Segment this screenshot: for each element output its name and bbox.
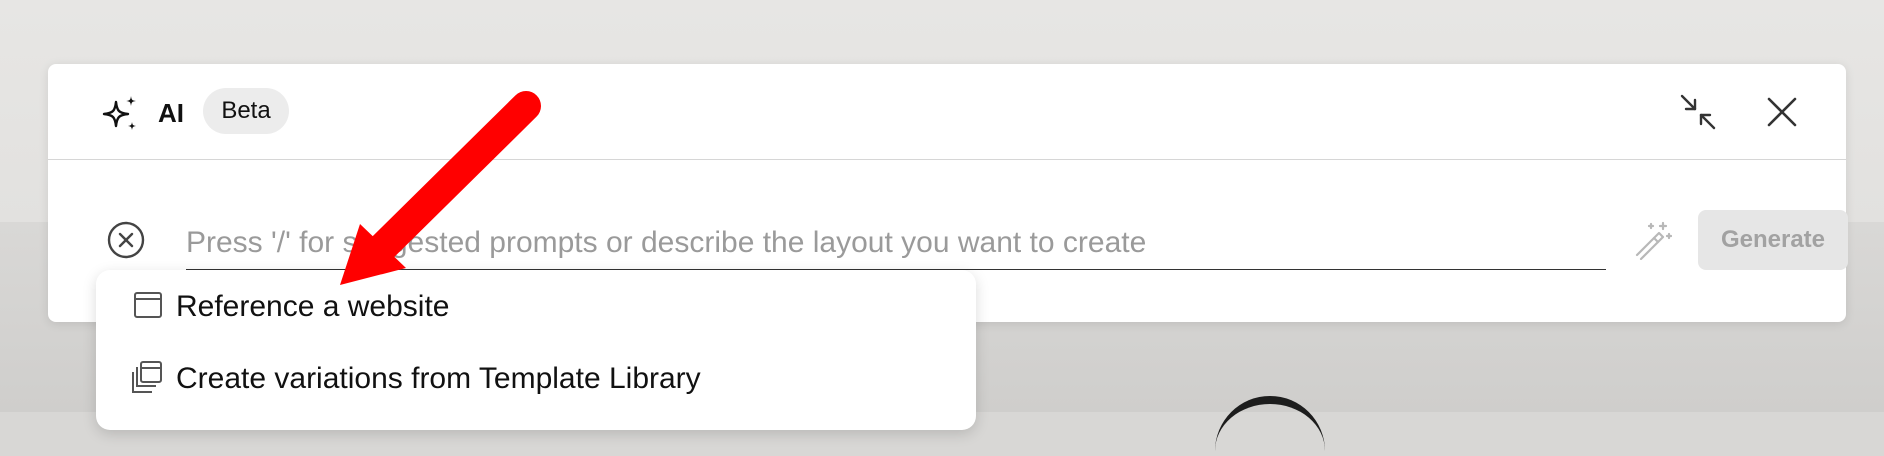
clear-circle-icon[interactable] <box>106 220 146 260</box>
browser-window-icon <box>134 292 162 318</box>
suggestion-label: Create variations from Template Library <box>176 362 701 395</box>
close-icon[interactable] <box>1764 94 1800 130</box>
prompt-input[interactable] <box>186 216 1606 270</box>
template-stack-icon <box>132 361 162 393</box>
beta-badge: Beta <box>203 88 289 134</box>
panel-title: AI <box>158 98 184 128</box>
suggestion-label: Reference a website <box>176 290 450 323</box>
suggestion-reference-website[interactable]: Reference a website <box>96 274 976 338</box>
suggestion-template-variations[interactable]: Create variations from Template Library <box>96 346 976 410</box>
generate-button[interactable]: Generate <box>1698 210 1848 270</box>
sparkle-icon <box>102 96 136 130</box>
panel-header: AI Beta <box>48 64 1846 160</box>
collapse-icon[interactable] <box>1678 92 1718 132</box>
magic-wand-icon[interactable] <box>1632 220 1672 260</box>
suggestions-dropdown: Reference a website Create variations fr… <box>96 270 976 430</box>
